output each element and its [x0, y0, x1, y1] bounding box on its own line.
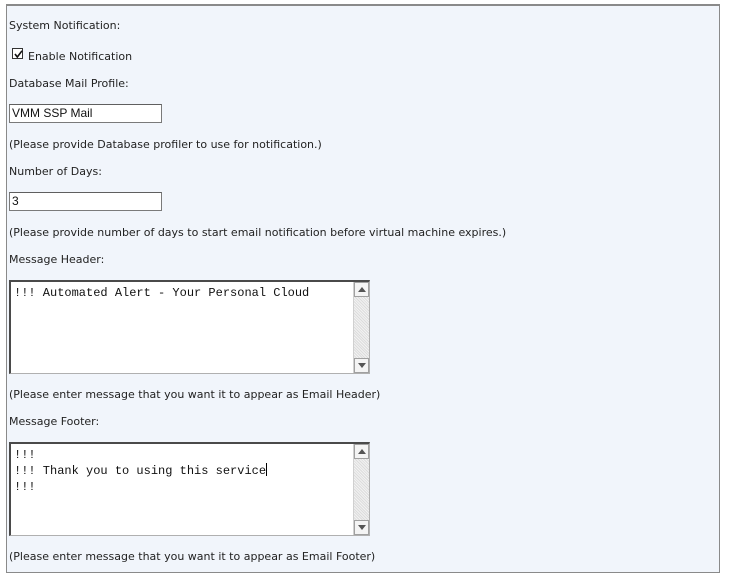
- message-header-text: !!! Automated Alert - Your Personal Clou…: [14, 286, 310, 300]
- check-icon: [14, 50, 23, 59]
- message-footer-line-2: !!! Thank you to using this service: [14, 464, 267, 478]
- number-of-days-hint: (Please provide number of days to start …: [9, 226, 507, 239]
- message-header-scrollbar[interactable]: [353, 282, 369, 373]
- message-footer-scrollbar[interactable]: [353, 444, 369, 535]
- text-cursor: [266, 463, 268, 476]
- scroll-down-button[interactable]: [354, 358, 369, 373]
- number-of-days-input[interactable]: 3: [9, 192, 162, 211]
- message-header-label: Message Header:: [9, 253, 105, 266]
- arrow-down-icon: [358, 525, 366, 530]
- message-header-hint: (Please enter message that you want it t…: [9, 388, 381, 401]
- message-footer-line-3: !!!: [14, 480, 36, 494]
- system-notification-label: System Notification:: [9, 19, 121, 32]
- enable-notification-checkbox[interactable]: [12, 48, 23, 59]
- enable-notification-label[interactable]: Enable Notification: [28, 50, 132, 64]
- message-header-textarea[interactable]: !!! Automated Alert - Your Personal Clou…: [9, 280, 370, 374]
- scroll-up-button[interactable]: [354, 444, 369, 459]
- scroll-down-button[interactable]: [354, 520, 369, 535]
- arrow-down-icon: [358, 363, 366, 368]
- message-footer-line-1: !!!: [14, 448, 36, 462]
- database-mail-profile-hint: (Please provide Database profiler to use…: [9, 138, 322, 151]
- arrow-up-icon: [358, 449, 366, 454]
- message-footer-text: !!! !!! Thank you to using this service …: [14, 447, 268, 495]
- database-mail-profile-label: Database Mail Profile:: [9, 77, 129, 90]
- message-footer-hint: (Please enter message that you want it t…: [9, 550, 376, 563]
- message-footer-textarea[interactable]: !!! !!! Thank you to using this service …: [9, 442, 370, 536]
- number-of-days-label: Number of Days:: [9, 165, 102, 178]
- scroll-up-button[interactable]: [354, 282, 369, 297]
- message-footer-label: Message Footer:: [9, 415, 100, 428]
- panel-top-border: [6, 4, 720, 6]
- arrow-up-icon: [358, 287, 366, 292]
- database-mail-profile-input[interactable]: VMM SSP Mail: [9, 104, 162, 123]
